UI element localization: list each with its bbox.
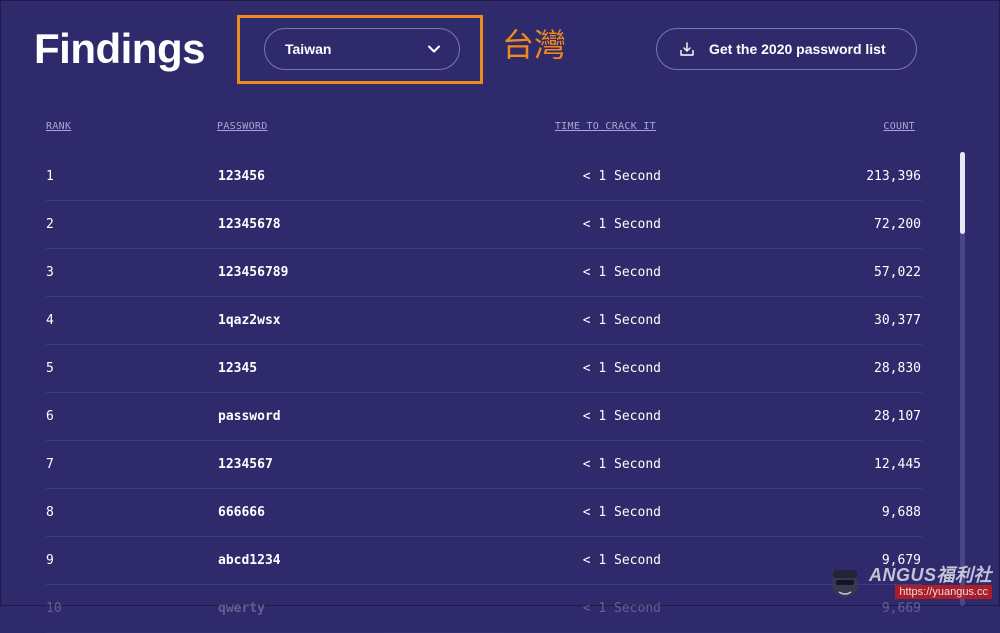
rank-cell: 4 (46, 313, 54, 328)
table-row: 10 qwerty < 1 Second 9,669 (46, 585, 922, 633)
table-row: 5 12345 < 1 Second 28,830 (46, 345, 922, 393)
password-cell: 1234567 (218, 457, 273, 472)
watermark: ANGUS福利社 https://yuangus.cc (825, 562, 992, 602)
annotation-label: 台灣 (502, 26, 567, 64)
password-cell: abcd1234 (218, 553, 281, 568)
table-scrollbar[interactable] (960, 152, 965, 606)
time-to-crack-cell: < 1 Second (582, 505, 661, 520)
country-select-value: Taiwan (285, 41, 332, 57)
rank-cell: 8 (46, 505, 54, 520)
password-cell: qwerty (218, 601, 265, 616)
country-select[interactable]: Taiwan (264, 28, 460, 70)
table-row: 4 1qaz2wsx < 1 Second 30,377 (46, 297, 922, 345)
download-icon (679, 41, 695, 57)
password-cell: 12345678 (218, 217, 281, 232)
password-cell: 666666 (218, 505, 265, 520)
rank-cell: 3 (46, 265, 54, 280)
rank-cell: 6 (46, 409, 54, 424)
page-title: Findings (34, 25, 205, 72)
table-row: 2 12345678 < 1 Second 72,200 (46, 201, 922, 249)
time-to-crack-cell: < 1 Second (582, 169, 661, 184)
table-row: 6 password < 1 Second 28,107 (46, 393, 922, 441)
table-row: 3 123456789 < 1 Second 57,022 (46, 249, 922, 297)
count-cell: 9,669 (881, 601, 921, 616)
password-cell: 12345 (218, 361, 258, 376)
column-header-password[interactable]: PASSWORD (217, 121, 268, 132)
password-cell: 123456 (218, 169, 265, 184)
column-header-time-to-crack[interactable]: TIME TO CRACK IT (555, 121, 656, 132)
chevron-down-icon (427, 42, 441, 56)
column-header-count[interactable]: COUNT (883, 121, 915, 132)
time-to-crack-cell: < 1 Second (582, 313, 661, 328)
table-header: RANK PASSWORD TIME TO CRACK IT COUNT (46, 113, 922, 143)
count-cell: 28,107 (874, 409, 921, 424)
watermark-brand: ANGUS福利社 (868, 565, 992, 585)
count-cell: 72,200 (874, 217, 921, 232)
password-cell: password (218, 409, 281, 424)
download-password-list-button[interactable]: Get the 2020 password list (656, 28, 917, 70)
time-to-crack-cell: < 1 Second (582, 457, 661, 472)
rank-cell: 9 (46, 553, 54, 568)
table-row: 1 123456 < 1 Second 213,396 (46, 153, 922, 201)
rank-cell: 7 (46, 457, 54, 472)
time-to-crack-cell: < 1 Second (582, 553, 661, 568)
count-cell: 213,396 (866, 169, 921, 184)
rank-cell: 1 (46, 169, 54, 184)
time-to-crack-cell: < 1 Second (582, 265, 661, 280)
column-header-rank[interactable]: RANK (46, 121, 71, 132)
watermark-text: ANGUS福利社 https://yuangus.cc (869, 565, 992, 599)
table-row: 7 1234567 < 1 Second 12,445 (46, 441, 922, 489)
download-button-label: Get the 2020 password list (709, 41, 886, 57)
count-cell: 12,445 (874, 457, 921, 472)
rank-cell: 5 (46, 361, 54, 376)
time-to-crack-cell: < 1 Second (582, 361, 661, 376)
table-body: 1 123456 < 1 Second 213,396 2 12345678 <… (46, 153, 922, 633)
password-table: RANK PASSWORD TIME TO CRACK IT COUNT 1 1… (46, 113, 922, 633)
time-to-crack-cell: < 1 Second (582, 601, 661, 616)
table-row: 8 666666 < 1 Second 9,688 (46, 489, 922, 537)
rank-cell: 10 (46, 601, 62, 616)
count-cell: 57,022 (874, 265, 921, 280)
password-cell: 1qaz2wsx (218, 313, 281, 328)
count-cell: 9,688 (881, 505, 921, 520)
time-to-crack-cell: < 1 Second (582, 409, 661, 424)
count-cell: 28,830 (874, 361, 921, 376)
scrollbar-thumb[interactable] (960, 152, 965, 234)
table-row: 9 abcd1234 < 1 Second 9,679 (46, 537, 922, 585)
count-cell: 30,377 (874, 313, 921, 328)
rank-cell: 2 (46, 217, 54, 232)
password-cell: 123456789 (218, 265, 289, 280)
watermark-url: https://yuangus.cc (895, 585, 992, 599)
time-to-crack-cell: < 1 Second (582, 217, 661, 232)
watermark-mascot-icon (825, 562, 865, 602)
